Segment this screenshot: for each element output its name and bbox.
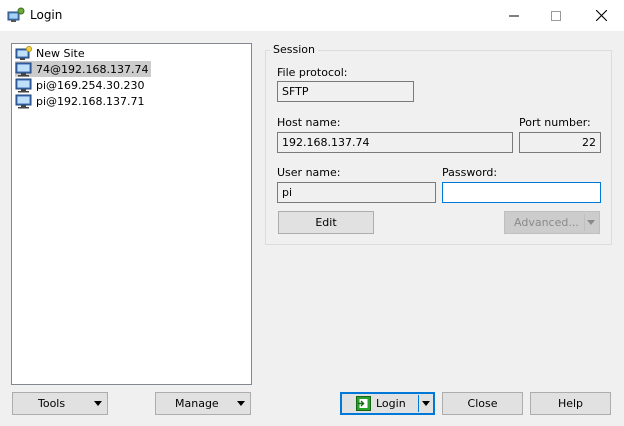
- tree-item-label: pi@192.168.137.71: [36, 94, 145, 108]
- port-number-label: Port number:: [519, 116, 591, 129]
- login-button-label: Login: [376, 397, 406, 410]
- title-bar: Login: [0, 0, 624, 31]
- chevron-down-icon: [94, 401, 102, 406]
- tree-item-site[interactable]: pi@169.254.30.230: [15, 77, 148, 93]
- new-site-icon: [15, 45, 32, 60]
- chevron-down-icon[interactable]: [422, 401, 430, 406]
- port-number-field[interactable]: 22: [519, 132, 601, 153]
- port-number-value: 22: [582, 136, 596, 149]
- winscp-app-icon: [7, 7, 25, 22]
- help-button[interactable]: Help: [530, 392, 611, 415]
- advanced-button[interactable]: Advanced...: [504, 211, 600, 234]
- login-button[interactable]: Login: [340, 392, 435, 415]
- password-field[interactable]: [442, 182, 601, 203]
- edit-button-label: Edit: [315, 216, 337, 229]
- login-split-divider: [418, 395, 419, 412]
- host-name-value: 192.168.137.74: [282, 136, 370, 149]
- tools-button[interactable]: Tools: [12, 392, 108, 415]
- advanced-split-divider: [584, 214, 585, 231]
- tree-item-label: New Site: [36, 46, 85, 60]
- maximize-button[interactable]: [534, 0, 578, 31]
- file-protocol-label: File protocol:: [277, 66, 348, 79]
- tools-button-label: Tools: [38, 397, 66, 410]
- minimize-icon: [509, 15, 519, 16]
- edit-button[interactable]: Edit: [278, 211, 374, 234]
- login-icon: [356, 396, 371, 411]
- tree-item-new-site[interactable]: New Site: [15, 45, 88, 61]
- session-legend: Session: [270, 43, 318, 56]
- help-button-label: Help: [557, 397, 584, 410]
- site-tree[interactable]: New Site 74@192.168.137.74 pi@169.254.30…: [11, 43, 252, 385]
- computer-icon: [15, 94, 32, 108]
- host-name-field[interactable]: 192.168.137.74: [277, 132, 513, 153]
- tree-item-site[interactable]: pi@192.168.137.71: [15, 93, 148, 109]
- close-button-label: Close: [467, 397, 498, 410]
- user-name-label: User name:: [277, 166, 341, 179]
- window-title: Login: [30, 8, 63, 22]
- password-label: Password:: [442, 166, 498, 179]
- chevron-down-icon: [237, 401, 245, 406]
- tree-item-site-selected[interactable]: 74@192.168.137.74: [15, 61, 152, 77]
- computer-icon: [15, 62, 32, 76]
- advanced-button-label: Advanced...: [514, 216, 579, 229]
- maximize-icon: [551, 10, 561, 21]
- tree-item-label: 74@192.168.137.74: [36, 62, 149, 76]
- minimize-button[interactable]: [492, 0, 536, 31]
- login-dialog: Login New Site 74@192.168.137.74 pi@169.…: [0, 0, 624, 426]
- host-name-label: Host name:: [277, 116, 341, 129]
- file-protocol-select[interactable]: SFTP: [277, 81, 414, 102]
- close-button[interactable]: Close: [442, 392, 523, 415]
- close-icon: [595, 10, 607, 21]
- manage-button-label: Manage: [175, 397, 219, 410]
- close-window-button[interactable]: [579, 0, 623, 31]
- manage-button[interactable]: Manage: [155, 392, 251, 415]
- file-protocol-value: SFTP: [282, 85, 309, 98]
- tree-item-label: pi@169.254.30.230: [36, 78, 145, 92]
- user-name-value: pi: [282, 186, 293, 199]
- computer-icon: [15, 78, 32, 92]
- chevron-down-icon[interactable]: [587, 220, 595, 225]
- user-name-field[interactable]: pi: [277, 182, 436, 203]
